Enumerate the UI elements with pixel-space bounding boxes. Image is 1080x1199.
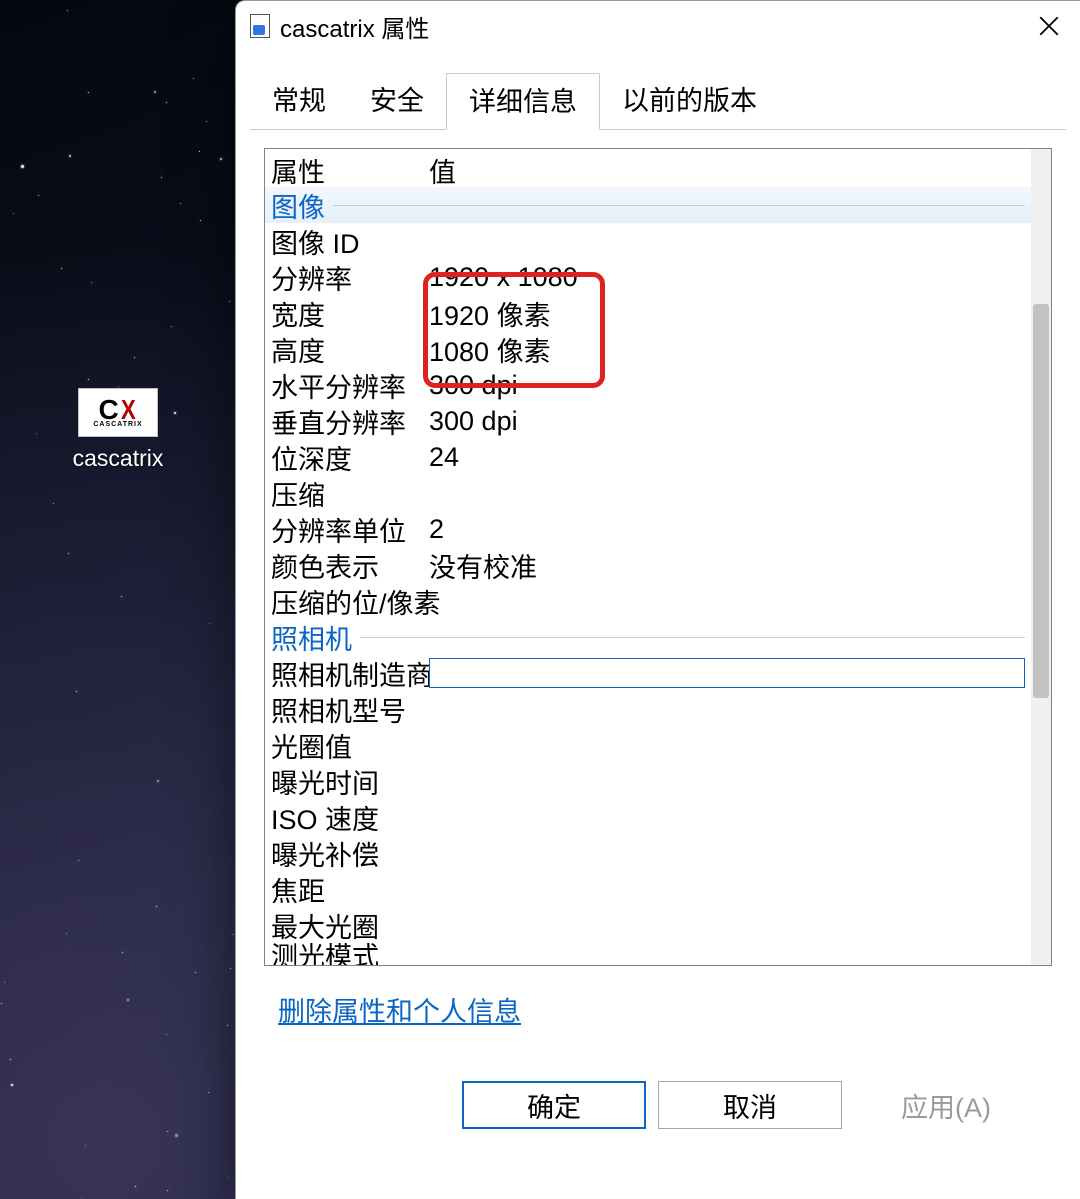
apply-button: 应用(A)	[854, 1081, 1038, 1129]
section-camera: 照相机	[265, 619, 1031, 655]
dialog-button-row: 确定 取消 应用(A)	[250, 1035, 1066, 1151]
ok-button[interactable]: 确定	[462, 1081, 646, 1129]
row-height[interactable]: 高度 1080 像素	[265, 331, 1031, 367]
row-cam-model[interactable]: 照相机型号	[265, 691, 1031, 727]
window-title: cascatrix 属性	[280, 9, 1024, 44]
cam-maker-input[interactable]	[429, 658, 1025, 688]
scrollbar-track[interactable]	[1031, 149, 1051, 965]
file-thumbnail: CX CASCATRIX	[78, 388, 158, 437]
header-property: 属性	[265, 149, 423, 187]
section-image: 图像	[265, 187, 1031, 223]
row-resunit[interactable]: 分辨率单位 2	[265, 511, 1031, 547]
row-resolution[interactable]: 分辨率 1920 x 1080	[265, 259, 1031, 295]
row-colorrep[interactable]: 颜色表示 没有校准	[265, 547, 1031, 583]
row-cam-maker[interactable]: 照相机制造商	[265, 655, 1031, 691]
row-expbias[interactable]: 曝光补偿	[265, 835, 1031, 871]
row-compression[interactable]: 压缩	[265, 475, 1031, 511]
section-rule	[360, 637, 1025, 638]
grid-header: 属性 值	[265, 149, 1051, 187]
row-metering[interactable]: 测光模式	[265, 943, 1031, 965]
row-maxaperture[interactable]: 最大光圈	[265, 907, 1031, 943]
tab-security[interactable]: 安全	[348, 73, 446, 130]
document-icon	[250, 14, 270, 38]
titlebar[interactable]: cascatrix 属性	[236, 1, 1080, 51]
property-list[interactable]: 图像 图像 ID 分辨率 1920 x 1080 宽度 1920 像素 高度	[265, 187, 1051, 965]
header-value: 值	[423, 149, 1051, 187]
remove-props-link[interactable]: 删除属性和个人信息	[278, 997, 521, 1027]
properties-dialog: cascatrix 属性 常规 安全 详细信息 以前的版本 属性 值 图像	[235, 0, 1080, 1199]
scrollbar-thumb[interactable]	[1033, 304, 1049, 698]
row-image-id[interactable]: 图像 ID	[265, 223, 1031, 259]
tab-details[interactable]: 详细信息	[446, 73, 600, 130]
row-focal[interactable]: 焦距	[265, 871, 1031, 907]
desktop-file-icon[interactable]: CX CASCATRIX cascatrix	[58, 388, 178, 472]
cancel-button[interactable]: 取消	[658, 1081, 842, 1129]
tab-panel: 属性 值 图像 图像 ID 分辨率 1920 x 1080 宽度	[250, 129, 1066, 1199]
row-exposure[interactable]: 曝光时间	[265, 763, 1031, 799]
section-rule	[333, 205, 1025, 206]
row-iso[interactable]: ISO 速度	[265, 799, 1031, 835]
row-bpp[interactable]: 压缩的位/像素	[265, 583, 1031, 619]
close-icon	[1039, 16, 1059, 36]
row-fstop[interactable]: 光圈值	[265, 727, 1031, 763]
close-button[interactable]	[1024, 6, 1074, 46]
row-hdpi[interactable]: 水平分辨率 300 dpi	[265, 367, 1031, 403]
tab-general[interactable]: 常规	[250, 73, 348, 130]
row-vdpi[interactable]: 垂直分辨率 300 dpi	[265, 403, 1031, 439]
tab-previous-versions[interactable]: 以前的版本	[600, 73, 779, 130]
row-width[interactable]: 宽度 1920 像素	[265, 295, 1031, 331]
file-label: cascatrix	[73, 445, 164, 472]
row-bitdepth[interactable]: 位深度 24	[265, 439, 1031, 475]
remove-props-link-row: 删除属性和个人信息	[250, 966, 1066, 1035]
tab-strip: 常规 安全 详细信息 以前的版本	[236, 51, 1080, 130]
details-panel: 属性 值 图像 图像 ID 分辨率 1920 x 1080 宽度	[264, 148, 1052, 966]
